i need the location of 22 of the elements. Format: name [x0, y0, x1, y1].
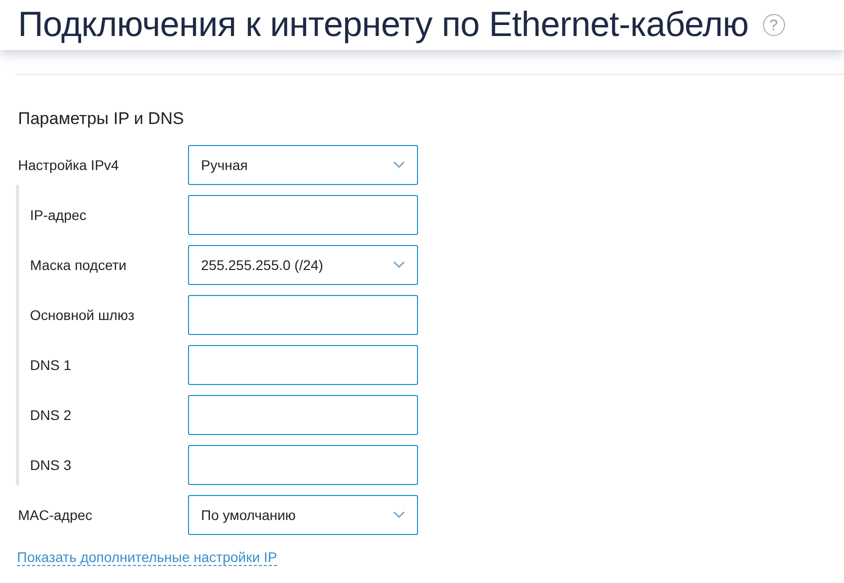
input-field[interactable] [188, 345, 418, 385]
input-field[interactable] [188, 195, 418, 235]
field-label: MAC-адрес [17, 507, 94, 523]
input-field[interactable] [188, 295, 418, 335]
field-label: DNS 1 [29, 357, 72, 373]
field-label: Основной шлюз [29, 307, 136, 323]
show-advanced-link[interactable]: Показать дополнительные настройки IP [17, 549, 278, 566]
field-label: IP-адрес [29, 207, 88, 223]
dropdown[interactable]: Ручная [188, 145, 418, 185]
input-field[interactable] [188, 445, 418, 485]
dropdown[interactable]: По умолчанию [188, 495, 418, 535]
input-field[interactable] [188, 395, 418, 435]
field-label: Маска подсети [29, 257, 128, 273]
page-title: Подключения к интернету по Ethernet-кабелю [18, 5, 749, 45]
field-label: DNS 3 [29, 457, 72, 473]
chevron-down-icon [393, 261, 405, 269]
chevron-down-icon [393, 161, 405, 169]
chevron-down-icon [393, 511, 405, 519]
field-label: Настройка IPv4 [17, 157, 120, 173]
section-title: Параметры IP и DNS [18, 109, 185, 129]
field-label: DNS 2 [29, 407, 72, 423]
dropdown[interactable]: 255.255.255.0 (/24) [188, 245, 418, 285]
